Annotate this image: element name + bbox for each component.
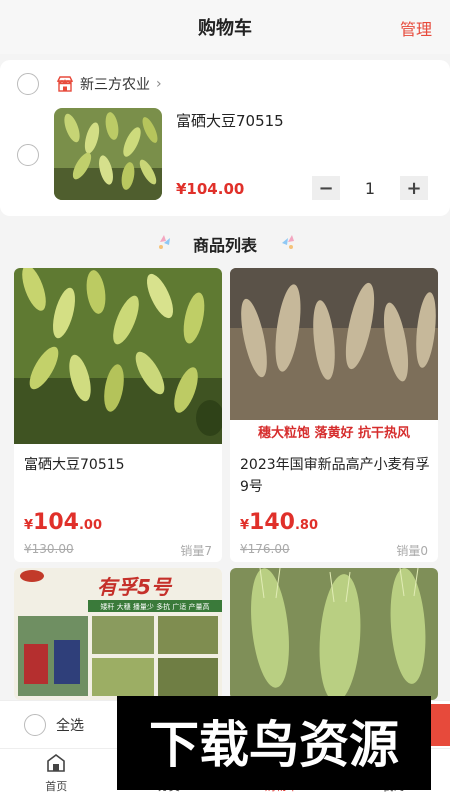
product-list-title: 商品列表 [192,236,257,255]
svg-text:下载鸟资源: 下载鸟资源 [149,716,399,774]
cart-item-image[interactable] [54,108,162,200]
product-image-title: 有孚5号 [97,575,173,599]
sparkle-right-icon [282,235,294,249]
quantity-value[interactable]: 1 [340,179,400,198]
shop-select-radio[interactable] [17,73,39,95]
product-image: 穗大粒饱 落黄好 抗干热风 [230,268,438,444]
product-card[interactable] [230,568,438,700]
product-card[interactable]: 有孚5号 矮秆 大穗 播量少 多抗 广适 产量高 [14,568,222,700]
header-bar: 购物车 管理 [0,0,450,54]
cart-shop-card: 新三方农业 › 富硒大豆70515 ¥104.00 − 1 + [0,60,450,216]
manage-button[interactable]: 管理 [400,16,432,40]
product-price: ¥140.80 [240,510,319,535]
product-card[interactable]: 穗大粒饱 落黄好 抗干热风 2023年国审新品高产小麦有孚9号 ¥140.80 … [230,268,438,562]
home-icon [47,754,66,772]
select-all-radio[interactable] [24,714,46,736]
product-sales: 销量0 [396,544,428,558]
tab-label: 首页 [45,780,68,793]
minus-button[interactable]: − [312,176,340,200]
watermark-overlay: 下载鸟资源 [117,696,431,790]
plus-button[interactable]: + [400,176,428,200]
product-card[interactable]: 富硒大豆70515 ¥104.00 ¥130.00 销量7 [14,268,222,562]
chevron-right-icon: › [156,76,162,92]
product-image-badge: 矮秆 大穗 播量少 多抗 广适 产量高 [100,602,209,611]
product-name: 富硒大豆70515 [24,457,125,473]
product-image-caption: 穗大粒饱 落黄好 抗干热风 [258,425,410,441]
tab-home[interactable]: 首页 [0,749,113,800]
store-icon [56,76,74,92]
product-original-price: ¥130.00 [24,542,74,556]
product-price: ¥104.00 [24,510,103,535]
product-image: 有孚5号 矮秆 大穗 播量少 多抗 广适 产量高 [14,568,222,700]
watermark-logo: 下载鸟资源 [149,716,399,774]
cart-item-price: ¥104.00 [176,180,245,198]
cart-item-name[interactable]: 富硒大豆70515 [176,110,284,131]
product-original-price: ¥176.00 [240,542,290,556]
shop-name: 新三方农业 [80,77,150,93]
product-image [230,568,438,700]
page-title: 购物车 [198,18,252,39]
select-all-label[interactable]: 全选 [56,715,84,735]
shop-link[interactable]: 新三方农业 › [56,74,162,94]
quantity-stepper: − 1 + [312,176,428,200]
product-name: 2023年国审新品高产小麦有孚9号 [240,457,430,495]
product-image [14,268,222,444]
checkout-button-edge[interactable] [431,704,450,746]
item-select-radio[interactable] [17,144,39,166]
product-sales: 销量7 [180,544,212,558]
